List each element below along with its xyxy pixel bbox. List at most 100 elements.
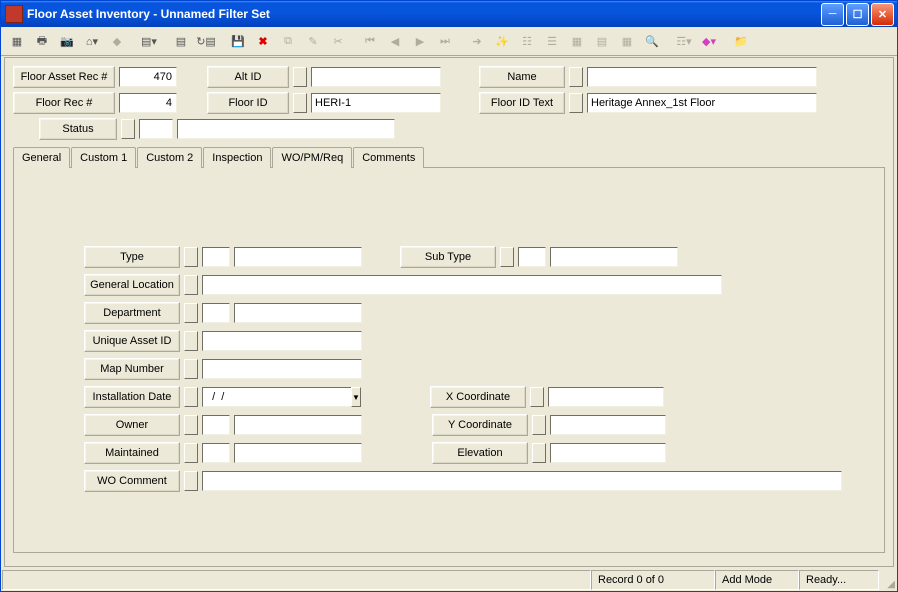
wo-comment-label: WO Comment	[84, 470, 180, 492]
owner-code-field[interactable]	[202, 415, 230, 435]
map-number-label: Map Number	[84, 358, 180, 380]
hierarchy-icon[interactable]: ☰	[540, 29, 564, 53]
status-spacer	[2, 570, 591, 590]
nav-last-icon[interactable]: ⏭	[433, 29, 457, 53]
help-icon[interactable]: ◆▾	[697, 29, 721, 53]
doc-plus-icon[interactable]: ▤	[169, 29, 193, 53]
name-field[interactable]	[587, 67, 817, 87]
tab-strip: General Custom 1 Custom 2 Inspection WO/…	[13, 147, 885, 168]
installation-date-combo[interactable]: ▼	[202, 387, 282, 407]
floor-id-text-picker[interactable]	[569, 93, 583, 113]
floor-id-picker[interactable]	[293, 93, 307, 113]
tab-general[interactable]: General	[13, 147, 70, 168]
tab-wo-pm-req[interactable]: WO/PM/Req	[272, 147, 352, 168]
duplicate-icon[interactable]: ⧉	[276, 29, 300, 53]
x-coordinate-field[interactable]	[548, 387, 664, 407]
alt-id-picker[interactable]	[293, 67, 307, 87]
list-icon[interactable]: ▦	[565, 29, 589, 53]
cut-icon[interactable]: ✂	[326, 29, 350, 53]
maintained-text-field[interactable]	[234, 443, 362, 463]
type-picker[interactable]	[184, 247, 198, 267]
tab-custom-1[interactable]: Custom 1	[71, 147, 136, 168]
alt-id-label: Alt ID	[207, 66, 289, 88]
print-icon[interactable]: 🖶	[30, 29, 54, 53]
subtype-code-field[interactable]	[518, 247, 546, 267]
type-code-field[interactable]	[202, 247, 230, 267]
department-text-field[interactable]	[234, 303, 362, 323]
x-coordinate-picker[interactable]	[530, 387, 544, 407]
status-code-field[interactable]	[139, 119, 173, 139]
tab-inspection[interactable]: Inspection	[203, 147, 271, 168]
y-coordinate-picker[interactable]	[532, 415, 546, 435]
floor-asset-rec-label: Floor Asset Rec #	[13, 66, 115, 88]
tab-comments[interactable]: Comments	[353, 147, 424, 168]
close-button[interactable]: ✕	[871, 3, 894, 26]
maximize-button[interactable]: ☐	[846, 3, 869, 26]
y-coordinate-field[interactable]	[550, 415, 666, 435]
status-text-field[interactable]	[177, 119, 395, 139]
nav-next-icon[interactable]: ▶	[408, 29, 432, 53]
app-window: Floor Asset Inventory - Unnamed Filter S…	[0, 0, 898, 592]
maintained-picker[interactable]	[184, 443, 198, 463]
document-icon[interactable]: ▤▾	[137, 29, 161, 53]
chevron-down-icon[interactable]: ▼	[351, 387, 361, 407]
maintained-code-field[interactable]	[202, 443, 230, 463]
elevation-field[interactable]	[550, 443, 666, 463]
floor-id-field[interactable]	[311, 93, 441, 113]
name-label: Name	[479, 66, 565, 88]
status-mode: Add Mode	[715, 570, 799, 590]
installation-date-field[interactable]	[202, 387, 351, 407]
doc-refresh-icon[interactable]: ↻▤	[194, 29, 218, 53]
nav-prev-icon[interactable]: ◀	[383, 29, 407, 53]
floor-rec-label: Floor Rec #	[13, 92, 115, 114]
title-bar: Floor Asset Inventory - Unnamed Filter S…	[1, 1, 897, 27]
department-code-field[interactable]	[202, 303, 230, 323]
installation-date-picker[interactable]	[184, 387, 198, 407]
floor-asset-rec-field[interactable]	[119, 67, 177, 87]
department-picker[interactable]	[184, 303, 198, 323]
type-text-field[interactable]	[234, 247, 362, 267]
calc-icon[interactable]: ☶▾	[672, 29, 696, 53]
status-label: Status	[39, 118, 117, 140]
diamond-icon[interactable]: ◆	[105, 29, 129, 53]
camera-icon[interactable]: 📷	[55, 29, 79, 53]
status-bar: Record 0 of 0 Add Mode Ready... ◢	[2, 570, 896, 590]
general-location-picker[interactable]	[184, 275, 198, 295]
tab-page-general: Type Sub Type General Location Departmen…	[13, 167, 885, 553]
floor-id-label: Floor ID	[207, 92, 289, 114]
x-coordinate-label: X Coordinate	[430, 386, 526, 408]
status-picker[interactable]	[121, 119, 135, 139]
alt-id-field[interactable]	[311, 67, 441, 87]
name-picker[interactable]	[569, 67, 583, 87]
home-icon[interactable]: ⌂▾	[80, 29, 104, 53]
goto-icon[interactable]: ➔	[465, 29, 489, 53]
subtype-picker[interactable]	[500, 247, 514, 267]
unique-asset-id-picker[interactable]	[184, 331, 198, 351]
map-number-field[interactable]	[202, 359, 362, 379]
owner-text-field[interactable]	[234, 415, 362, 435]
general-location-field[interactable]	[202, 275, 722, 295]
wo-comment-picker[interactable]	[184, 471, 198, 491]
save-icon[interactable]: 💾	[226, 29, 250, 53]
subtype-text-field[interactable]	[550, 247, 678, 267]
edit-icon[interactable]: ✎	[301, 29, 325, 53]
table-icon[interactable]: ▤	[590, 29, 614, 53]
wand-icon[interactable]: ✨	[490, 29, 514, 53]
nav-first-icon[interactable]: ⏮	[358, 29, 382, 53]
elevation-picker[interactable]	[532, 443, 546, 463]
tool-grid-icon[interactable]: ▦	[5, 29, 29, 53]
unique-asset-id-field[interactable]	[202, 331, 362, 351]
delete-icon[interactable]: ✖	[251, 29, 275, 53]
minimize-button[interactable]: ─	[821, 3, 844, 26]
owner-picker[interactable]	[184, 415, 198, 435]
tree-icon[interactable]: ☷	[515, 29, 539, 53]
tab-custom-2[interactable]: Custom 2	[137, 147, 202, 168]
search-icon[interactable]: 🔍	[640, 29, 664, 53]
map-number-picker[interactable]	[184, 359, 198, 379]
wo-comment-field[interactable]	[202, 471, 842, 491]
resize-grip-icon[interactable]: ◢	[879, 570, 896, 590]
floor-rec-field[interactable]	[119, 93, 177, 113]
spreadsheet-icon[interactable]: ▦	[615, 29, 639, 53]
folder-icon[interactable]: 📁	[729, 29, 753, 53]
floor-id-text-field[interactable]	[587, 93, 817, 113]
